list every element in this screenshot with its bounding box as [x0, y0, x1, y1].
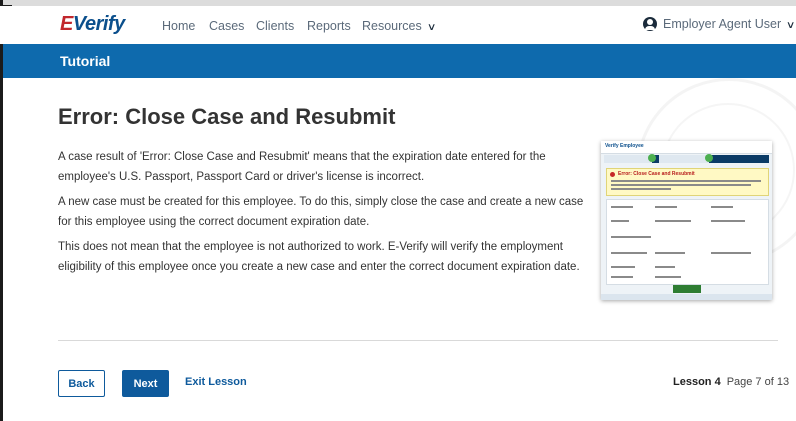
page-counter: Page 7 of 13	[726, 376, 790, 388]
thumb-text-line	[711, 206, 733, 208]
thumb-text-line	[611, 220, 629, 222]
top-navigation: EVerify Home Cases Clients Reports Resou…	[0, 6, 796, 44]
nav-resources[interactable]: Resources ∨	[362, 19, 437, 33]
paragraph-2: A new case must be created for this empl…	[58, 196, 584, 228]
footer-divider	[58, 340, 778, 341]
nav-cases[interactable]: Cases	[209, 19, 244, 33]
error-icon	[610, 172, 615, 177]
thumb-footer	[601, 294, 772, 300]
lesson-progress: Lesson 4 Page 7 of 13	[673, 376, 789, 388]
thumb-step-2	[659, 155, 709, 163]
page-title: Error: Close Case and Resubmit	[58, 104, 396, 129]
check-icon	[648, 154, 656, 162]
thumb-text-line	[655, 220, 691, 222]
thumb-close-case-button	[673, 285, 701, 293]
case-result-screenshot: Verify Employee Error: Close Case and Re…	[601, 141, 772, 300]
thumb-text-line	[611, 180, 761, 182]
thumb-alert: Error: Close Case and Resubmit	[606, 168, 769, 196]
thumb-text-line	[611, 188, 671, 190]
thumb-text-line	[611, 184, 751, 186]
thumb-text-line	[611, 236, 651, 238]
thumb-header-title: Verify Employee	[605, 143, 644, 149]
nav-home[interactable]: Home	[162, 19, 195, 33]
thumb-text-line	[711, 220, 745, 222]
chevron-down-icon: ∨	[786, 20, 796, 31]
thumb-text-line	[655, 252, 685, 254]
everify-logo[interactable]: EVerify	[60, 13, 125, 36]
banner-title: Tutorial	[60, 53, 111, 69]
user-name: Employer Agent User	[663, 17, 782, 31]
exit-lesson-link[interactable]: Exit Lesson	[185, 376, 247, 388]
nav-resources-label: Resources	[362, 19, 422, 33]
paragraph-1: A case result of 'Error: Close Case and …	[58, 151, 546, 183]
thumb-step-1	[604, 155, 652, 163]
thumb-text-line	[611, 252, 647, 254]
thumb-text-line	[655, 206, 677, 208]
thumb-header: Verify Employee	[601, 141, 772, 154]
thumb-text-line	[655, 276, 681, 278]
thumb-text-line	[711, 252, 751, 254]
thumb-progress-steps	[604, 154, 769, 163]
nav-clients[interactable]: Clients	[256, 19, 294, 33]
thumb-alert-title: Error: Close Case and Resubmit	[618, 171, 695, 177]
next-button[interactable]: Next	[122, 370, 169, 397]
nav-reports[interactable]: Reports	[307, 19, 351, 33]
thumb-text-line	[611, 206, 633, 208]
user-menu[interactable]: Employer Agent User ∨	[643, 17, 796, 31]
thumb-case-details	[606, 199, 769, 285]
back-button[interactable]: Back	[58, 370, 105, 397]
user-avatar-icon	[643, 17, 657, 31]
thumb-text-line	[655, 266, 675, 268]
check-icon	[705, 154, 713, 162]
paragraph-3: This does not mean that the employee is …	[58, 241, 580, 273]
chevron-down-icon: ∨	[426, 22, 437, 33]
thumb-text-line	[611, 276, 633, 278]
lesson-number: Lesson 4	[673, 376, 721, 388]
tutorial-banner: Tutorial	[3, 44, 796, 78]
logo-text: Verify	[72, 13, 125, 35]
thumb-text-line	[611, 266, 635, 268]
